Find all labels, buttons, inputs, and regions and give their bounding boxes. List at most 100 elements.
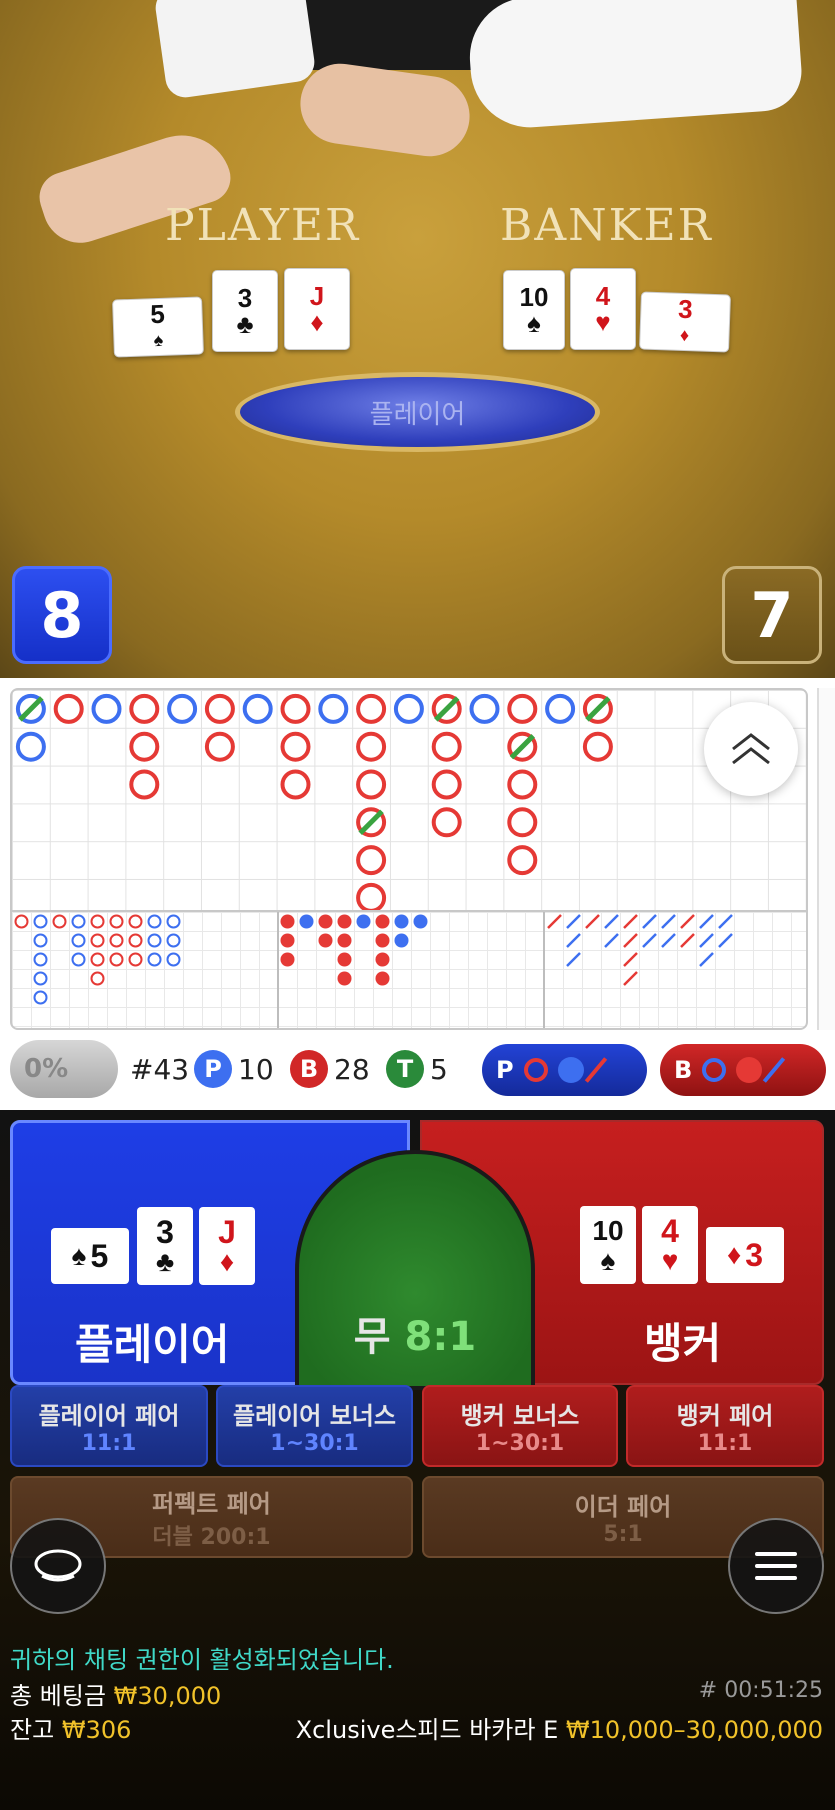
small-road-mark: [318, 933, 333, 948]
balance-label: 잔고: [10, 1716, 55, 1744]
table-name: Xclusive스피드 바카라 E: [295, 1716, 559, 1744]
cockroach-mark: [585, 914, 600, 929]
chat-bubble-icon: [34, 1549, 82, 1582]
predict-banker-letter: B: [674, 1056, 693, 1084]
banker-dot-icon: B: [290, 1050, 328, 1088]
tie-slash-mark: [358, 809, 384, 835]
banker-bonus-bet[interactable]: 뱅커 보너스 1~30:1: [422, 1385, 618, 1467]
banker-ring-mark: [129, 731, 160, 762]
table-limits: ₩10,000–30,000,000: [565, 1716, 823, 1744]
banker-ring-mark: [129, 693, 160, 724]
cockroach-mark: [642, 914, 657, 929]
ring-icon: [702, 1058, 727, 1082]
felt-player-card-2: 3 ♣: [212, 270, 278, 352]
cockroach-mark: [699, 952, 714, 967]
side-bet-title: 퍼펙트 페어: [152, 1489, 271, 1518]
round-number: #43: [130, 1052, 190, 1086]
bet-tie-label: 무: [353, 1314, 391, 1360]
banker-ring-mark: [356, 693, 387, 724]
player-ring-mark: [242, 693, 273, 724]
small-road-mark: [280, 952, 295, 967]
win-percent-toggle[interactable]: 0%: [10, 1040, 118, 1098]
big-eye-mark: [147, 933, 162, 948]
cockroach-mark: [566, 933, 581, 948]
tie-count: 5: [430, 1052, 448, 1086]
small-road-mark: [394, 933, 409, 948]
player-ring-mark: [393, 693, 424, 724]
banker-ring-mark: [507, 807, 538, 838]
player-score: 8: [12, 566, 112, 664]
cockroach-mark: [718, 933, 733, 948]
live-video: PLAYER BANKER 5 ♠ 3 ♣ J ♦ 10 ♠ 4 ♥ 3 ♦ 플: [0, 0, 835, 678]
side-bet-odds: 1~30:1: [270, 1431, 359, 1456]
menu-button[interactable]: [728, 1518, 824, 1614]
round-result-pill: 플레이어: [235, 372, 600, 452]
banker-ring-mark: [582, 731, 613, 762]
cockroach-mark: [718, 914, 733, 929]
slash-icon: [584, 1057, 607, 1083]
cockroach-mark: [680, 933, 695, 948]
banker-count: 28: [334, 1052, 370, 1086]
banker-ring-mark: [280, 693, 311, 724]
session-time: # 00:51:25: [698, 1678, 823, 1703]
side-bet-odds: 1~30:1: [475, 1431, 565, 1456]
predict-banker-button[interactable]: B: [660, 1044, 826, 1096]
player-ring-mark: [167, 693, 198, 724]
side-bet-title: 뱅커 페어: [676, 1402, 774, 1430]
slash-icon: [763, 1057, 786, 1083]
table-info-line[interactable]: Xclusive스피드 바카라 E ₩10,000–30,000,000: [296, 1710, 823, 1745]
small-road-mark: [318, 914, 333, 929]
chat-button[interactable]: [10, 1518, 106, 1614]
big-eye-mark: [109, 933, 124, 948]
derived-roads-grid: [10, 910, 808, 1030]
big-eye-mark: [90, 933, 105, 948]
tie-label-group: 무 8:1: [299, 1304, 531, 1362]
cockroach-mark: [661, 914, 676, 929]
big-eye-mark: [90, 971, 105, 986]
road-map[interactable]: [0, 678, 835, 1040]
big-eye-mark: [147, 952, 162, 967]
bet-banker-label: 뱅커: [644, 1319, 722, 1368]
banker-ring-mark: [204, 693, 235, 724]
collapse-roadmap-button[interactable]: [704, 702, 798, 796]
small-road-mark: [337, 914, 352, 929]
cockroach-mark: [623, 971, 638, 986]
scroll-peek-strip[interactable]: [817, 688, 835, 1030]
side-bet-title: 뱅커 보너스: [460, 1402, 580, 1430]
cockroach-mark: [547, 914, 562, 929]
banker-pair-bet[interactable]: 뱅커 페어 11:1: [626, 1385, 824, 1467]
banker-card-1: 10 ♠: [580, 1206, 636, 1284]
side-bet-title: 플레이어 보너스: [233, 1402, 396, 1430]
hamburger-menu-icon: [755, 1552, 797, 1580]
bet-player-label: 플레이어: [75, 1320, 230, 1369]
banker-score: 7: [722, 566, 822, 664]
felt-banker-label: BANKER: [500, 200, 713, 251]
player-pair-bet[interactable]: 플레이어 페어 11:1: [10, 1385, 208, 1467]
banker-win-count: B 28: [290, 1048, 370, 1090]
dealer-sleeve-right: [465, 0, 805, 132]
small-road-mark: [337, 971, 352, 986]
felt-player-label: PLAYER: [165, 200, 361, 251]
bet-tie-odds: 8:1: [404, 1314, 477, 1360]
player-bonus-bet[interactable]: 플레이어 보너스 1~30:1: [216, 1385, 413, 1467]
predict-player-letter: P: [496, 1056, 514, 1084]
big-eye-mark: [52, 914, 67, 929]
small-road-mark: [337, 933, 352, 948]
side-bet-title: 플레이어 페어: [38, 1402, 180, 1430]
bet-tie-spot[interactable]: 무 8:1: [295, 1150, 535, 1390]
predict-player-button[interactable]: P: [482, 1044, 647, 1096]
player-count: 10: [238, 1052, 274, 1086]
felt-player-card-1: 5 ♠: [112, 296, 204, 358]
small-road-mark: [337, 952, 352, 967]
dealer-sleeve-left: [153, 0, 317, 100]
banker-ring-mark: [53, 693, 84, 724]
cockroach-mark: [604, 914, 619, 929]
side-bet-odds: 11:1: [81, 1431, 137, 1456]
big-eye-mark: [71, 933, 86, 948]
player-card-1: ♠ 5: [51, 1228, 129, 1284]
balance-value: ₩306: [61, 1716, 132, 1744]
felt-banker-card-1: 10 ♠: [503, 270, 565, 350]
small-road-mark: [280, 933, 295, 948]
player-ring-mark: [91, 693, 122, 724]
small-road-mark: [299, 914, 314, 929]
